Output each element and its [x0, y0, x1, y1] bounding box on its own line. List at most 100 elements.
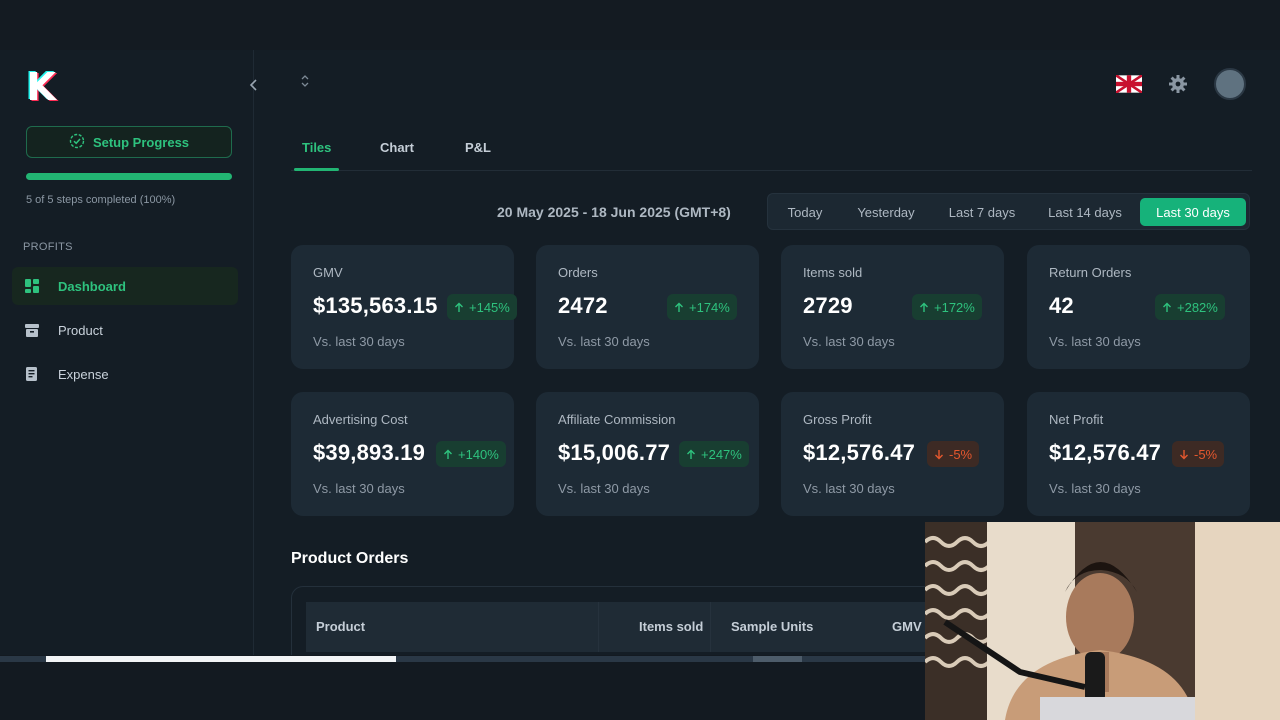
metric-value: $12,576.47 — [1049, 440, 1162, 465]
avatar[interactable] — [1214, 68, 1246, 100]
setup-progress-bar — [26, 173, 232, 180]
brand-logo[interactable]: K K K — [25, 64, 62, 110]
metric-comparison: Vs. last 30 days — [558, 481, 650, 496]
metric-comparison: Vs. last 30 days — [803, 481, 895, 496]
arrow-up-icon — [687, 449, 695, 459]
sidebar-item-dashboard[interactable]: Dashboard — [12, 267, 238, 305]
range-last-30-days-button[interactable]: Last 30 days — [1140, 198, 1246, 226]
arrow-up-icon — [444, 449, 452, 459]
sidebar-item-expense[interactable]: Expense — [12, 355, 238, 393]
metric-comparison: Vs. last 30 days — [313, 334, 405, 349]
change-value: -5% — [949, 446, 973, 462]
metric-label: Return Orders — [1049, 265, 1132, 280]
metric-comparison: Vs. last 30 days — [313, 481, 405, 496]
metric-card-gross-profit[interactable]: Gross Profit $12,576.47 -5% Vs. last 30 … — [781, 392, 1004, 516]
sidebar-item-label: Product — [58, 322, 103, 338]
change-value: +174% — [689, 299, 730, 315]
range-yesterday-button[interactable]: Yesterday — [848, 198, 924, 226]
video-progress-buffered — [753, 656, 802, 662]
change-badge: -5% — [1172, 441, 1225, 467]
sidebar-item-label: Expense — [58, 366, 109, 382]
metric-label: Affiliate Commission — [558, 412, 676, 427]
metric-value: 2729 — [803, 293, 853, 318]
metric-comparison: Vs. last 30 days — [1049, 334, 1141, 349]
column-header-gmv[interactable]: GMV — [892, 619, 922, 634]
column-divider — [598, 602, 599, 652]
topbar-actions — [1115, 68, 1246, 100]
arrow-down-icon — [1180, 449, 1188, 459]
video-progress-played — [46, 656, 396, 662]
svg-text:K: K — [27, 67, 58, 105]
view-tabs: Tiles Chart P&L — [291, 128, 1252, 171]
metric-comparison: Vs. last 30 days — [1049, 481, 1141, 496]
column-header-product[interactable]: Product — [316, 619, 365, 634]
metric-label: Orders — [558, 265, 598, 280]
tab-tiles[interactable]: Tiles — [302, 140, 331, 155]
arrow-up-icon — [675, 302, 683, 312]
tab-pl[interactable]: P&L — [465, 140, 491, 155]
arrow-up-icon — [1163, 302, 1171, 312]
change-value: +282% — [1177, 299, 1218, 315]
metric-value: $39,893.19 — [313, 440, 426, 465]
uk-flag-icon[interactable] — [1115, 74, 1143, 94]
column-header-sample-units[interactable]: Sample Units — [731, 619, 813, 634]
archive-icon — [24, 322, 40, 338]
range-last-14-days-button[interactable]: Last 14 days — [1040, 198, 1130, 226]
metric-value: 2472 — [558, 293, 608, 318]
progress-check-icon — [69, 133, 85, 152]
metric-comparison: Vs. last 30 days — [558, 334, 650, 349]
change-value: +247% — [701, 446, 742, 462]
metric-value: 42 — [1049, 293, 1074, 318]
product-orders-title: Product Orders — [291, 550, 409, 567]
change-badge: +140% — [436, 441, 506, 467]
setup-progress-button[interactable]: Setup Progress — [26, 126, 232, 158]
metric-value: $135,563.15 — [313, 293, 438, 318]
metric-card-return-orders[interactable]: Return Orders 42 +282% Vs. last 30 days — [1027, 245, 1250, 369]
setup-progress-label: Setup Progress — [92, 134, 190, 150]
arrow-down-icon — [935, 449, 943, 459]
sidebar-item-product[interactable]: Product — [12, 311, 238, 349]
change-badge: +247% — [679, 441, 749, 467]
change-badge: +282% — [1155, 294, 1225, 320]
metric-label: GMV — [313, 265, 343, 280]
sort-toggle-icon[interactable] — [300, 74, 310, 89]
tab-chart[interactable]: Chart — [380, 140, 414, 155]
metric-card-orders[interactable]: Orders 2472 +174% Vs. last 30 days — [536, 245, 759, 369]
metric-value: $15,006.77 — [558, 440, 671, 465]
change-value: +140% — [458, 446, 499, 462]
gear-icon[interactable] — [1168, 74, 1188, 94]
date-range-selector: Today Yesterday Last 7 days Last 14 days… — [767, 193, 1250, 230]
arrow-up-icon — [920, 302, 928, 312]
active-tab-indicator — [294, 168, 339, 171]
sidebar-item-label: Dashboard — [58, 278, 126, 294]
metric-card-gmv[interactable]: GMV $135,563.15 +145% Vs. last 30 days — [291, 245, 517, 369]
profits-section-label: PROFITS — [23, 241, 73, 253]
dashboard-icon — [24, 278, 40, 294]
arrow-up-icon — [455, 302, 463, 312]
metric-label: Net Profit — [1049, 412, 1104, 427]
change-badge: +145% — [447, 294, 517, 320]
webcam-overlay — [925, 522, 1280, 720]
metric-label: Advertising Cost — [313, 412, 408, 427]
change-badge: +172% — [912, 294, 982, 320]
column-divider — [710, 602, 711, 652]
column-header-items-sold[interactable]: Items sold — [639, 619, 703, 634]
collapse-sidebar-icon[interactable] — [247, 78, 261, 94]
metric-card-advertising-cost[interactable]: Advertising Cost $39,893.19 +140% Vs. la… — [291, 392, 514, 516]
change-badge: -5% — [927, 441, 980, 467]
sidebar: K K K Setup Progress 5 of 5 steps comple… — [0, 50, 257, 655]
range-last-7-days-button[interactable]: Last 7 days — [938, 198, 1026, 226]
steps-completed-text: 5 of 5 steps completed (100%) — [26, 194, 176, 206]
metric-label: Items sold — [803, 265, 863, 280]
setup-progress-fill — [26, 173, 232, 180]
metric-card-net-profit[interactable]: Net Profit $12,576.47 -5% Vs. last 30 da… — [1027, 392, 1250, 516]
date-range-text: 20 May 2025 - 18 Jun 2025 (GMT+8) — [497, 204, 731, 220]
change-badge: +174% — [667, 294, 737, 320]
change-value: +145% — [469, 299, 510, 315]
metric-card-items-sold[interactable]: Items sold 2729 +172% Vs. last 30 days — [781, 245, 1004, 369]
change-value: +172% — [934, 299, 975, 315]
metric-card-affiliate-commission[interactable]: Affiliate Commission $15,006.77 +247% Vs… — [536, 392, 759, 516]
metric-value: $12,576.47 — [803, 440, 916, 465]
range-today-button[interactable]: Today — [776, 198, 834, 226]
metric-label: Gross Profit — [803, 412, 872, 427]
